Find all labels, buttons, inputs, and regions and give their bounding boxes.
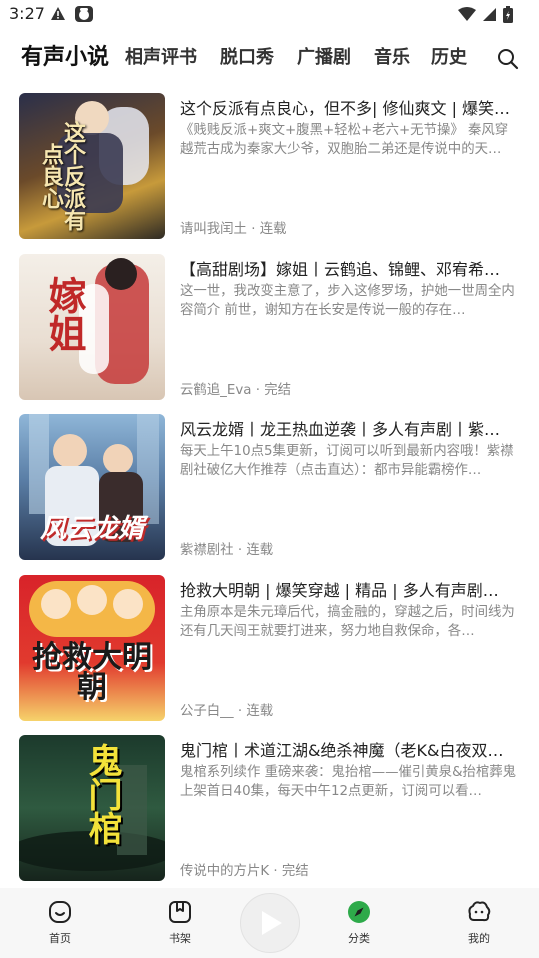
album-cover[interactable]: 鬼门棺: [19, 735, 165, 881]
tab-crosstalk[interactable]: 相声评书: [125, 40, 197, 76]
album-author: 紫襟剧社: [180, 543, 234, 558]
list-item[interactable]: 风云龙婿 风云龙婿丨龙王热血逆袭丨多人有声剧丨紫… 每天上午10点5集更新，订阅…: [0, 414, 539, 561]
album-meta: 请叫我闰土 · 连载: [180, 222, 287, 237]
album-description: 每天上午10点5集更新，订阅可以听到最新内容哦！紫襟剧社破亿大作推荐（点击直达）…: [180, 444, 514, 478]
tab-radio-drama[interactable]: 广播剧: [297, 40, 351, 76]
list-item[interactable]: 抢救大明朝 抢救大明朝 | 爆笑穿越 | 精品 | 多人有声剧… 主角原本是朱元…: [0, 575, 539, 722]
album-author: 请叫我闰土: [180, 222, 247, 237]
tab-audio-novel[interactable]: 有声小说: [21, 40, 109, 76]
album-meta: 云鹤追_Eva · 完结: [180, 383, 292, 398]
nav-category-label: 分类: [348, 932, 370, 945]
list-item[interactable]: 这个反派有点良心 这个反派有点良心，但不多| 修仙爽文 | 爆笑… 《贱贱反派+…: [0, 93, 539, 240]
app-notification-icon: [75, 6, 93, 22]
nav-home-label: 首页: [49, 932, 71, 945]
album-cover[interactable]: 抢救大明朝: [19, 575, 165, 721]
album-status: 连载: [259, 222, 287, 237]
album-description: 鬼棺系列续作 重磅来袭：鬼抬棺——催引黄泉&抬棺葬鬼上架首日40集，每天中午12…: [180, 765, 517, 799]
album-author: 公子白__: [180, 704, 234, 719]
cover-title: 这个反派有点良心: [38, 121, 85, 231]
status-time: 3:27: [9, 4, 45, 23]
album-meta: 传说中的方片K · 完结: [180, 864, 309, 879]
nav-bookshelf-label: 书架: [169, 932, 191, 945]
list-item[interactable]: 嫁姐 【高甜剧场】嫁姐丨云鹤追、锦鲤、邓宥希… 这一世，我改变主意了，步入这修罗…: [0, 254, 539, 401]
warning-icon: [51, 7, 65, 20]
album-title: 这个反派有点良心，但不多| 修仙爽文 | 爆笑…: [180, 99, 511, 118]
play-button[interactable]: [240, 893, 300, 953]
album-meta: 公子白__ · 连载: [180, 704, 274, 719]
bottom-navigation: 首页 书架 分类 我的: [0, 888, 539, 958]
status-bar: 3:27: [0, 0, 539, 30]
search-icon[interactable]: [497, 48, 519, 70]
nav-profile[interactable]: 我的: [449, 900, 509, 946]
album-description: 主角原本是朱元璋后代，搞金融的，穿越之后，时间线为还有几天闯王就要打进来，努力地…: [180, 605, 515, 639]
wifi-icon: [458, 7, 476, 21]
profile-icon: [468, 901, 491, 922]
album-status: 完结: [264, 383, 292, 398]
signal-icon: [483, 8, 496, 21]
system-icons: [458, 6, 513, 23]
tab-history[interactable]: 历史: [431, 40, 467, 76]
battery-icon: [503, 6, 513, 23]
bookshelf-icon: [169, 901, 191, 923]
album-cover[interactable]: 风云龙婿: [19, 414, 165, 560]
nav-home[interactable]: 首页: [30, 900, 90, 946]
album-cover[interactable]: 这个反派有点良心: [19, 93, 165, 239]
album-description: 《贱贱反派+爽文+腹黑+轻松+老六+无节操》 秦风穿越荒古成为秦家大少爷，双胞胎…: [180, 123, 509, 157]
album-title: 【高甜剧场】嫁姐丨云鹤追、锦鲤、邓宥希…: [180, 260, 501, 279]
nav-bookshelf[interactable]: 书架: [150, 900, 210, 946]
album-title: 风云龙婿丨龙王热血逆袭丨多人有声剧丨紫…: [180, 420, 501, 439]
cover-title: 抢救大明朝: [32, 640, 152, 705]
album-status: 连载: [246, 704, 274, 719]
album-meta: 紫襟剧社 · 连载: [180, 543, 274, 558]
album-author: 传说中的方片K: [180, 864, 270, 879]
tab-music[interactable]: 音乐: [374, 40, 410, 76]
cover-title: 鬼门棺: [82, 743, 122, 845]
album-status: 完结: [281, 864, 309, 879]
nav-profile-label: 我的: [468, 932, 490, 945]
tab-talk-show[interactable]: 脱口秀: [220, 40, 274, 76]
play-icon: [262, 911, 282, 935]
album-description: 这一世，我改变主意了，步入这修罗场，护她一世周全内容简介 前世，谢知方在长安是传…: [180, 284, 515, 318]
album-title: 鬼门棺丨术道江湖&绝杀神魔（老K&白夜双…: [180, 741, 504, 760]
home-icon: [49, 901, 71, 923]
album-title: 抢救大明朝 | 爆笑穿越 | 精品 | 多人有声剧…: [180, 581, 499, 600]
category-tabs: 有声小说 相声评书 脱口秀 广播剧 音乐 历史: [0, 40, 539, 76]
nav-category[interactable]: 分类: [329, 900, 389, 946]
list-item[interactable]: 鬼门棺 鬼门棺丨术道江湖&绝杀神魔（老K&白夜双… 鬼棺系列续作 重磅来袭：鬼抬…: [0, 735, 539, 882]
album-author: 云鹤追_Eva: [180, 383, 252, 398]
cover-title: 风云龙婿: [39, 514, 144, 544]
cover-title: 嫁姐: [42, 276, 87, 352]
album-cover[interactable]: 嫁姐: [19, 254, 165, 400]
album-status: 连载: [246, 543, 274, 558]
category-icon: [348, 901, 370, 923]
